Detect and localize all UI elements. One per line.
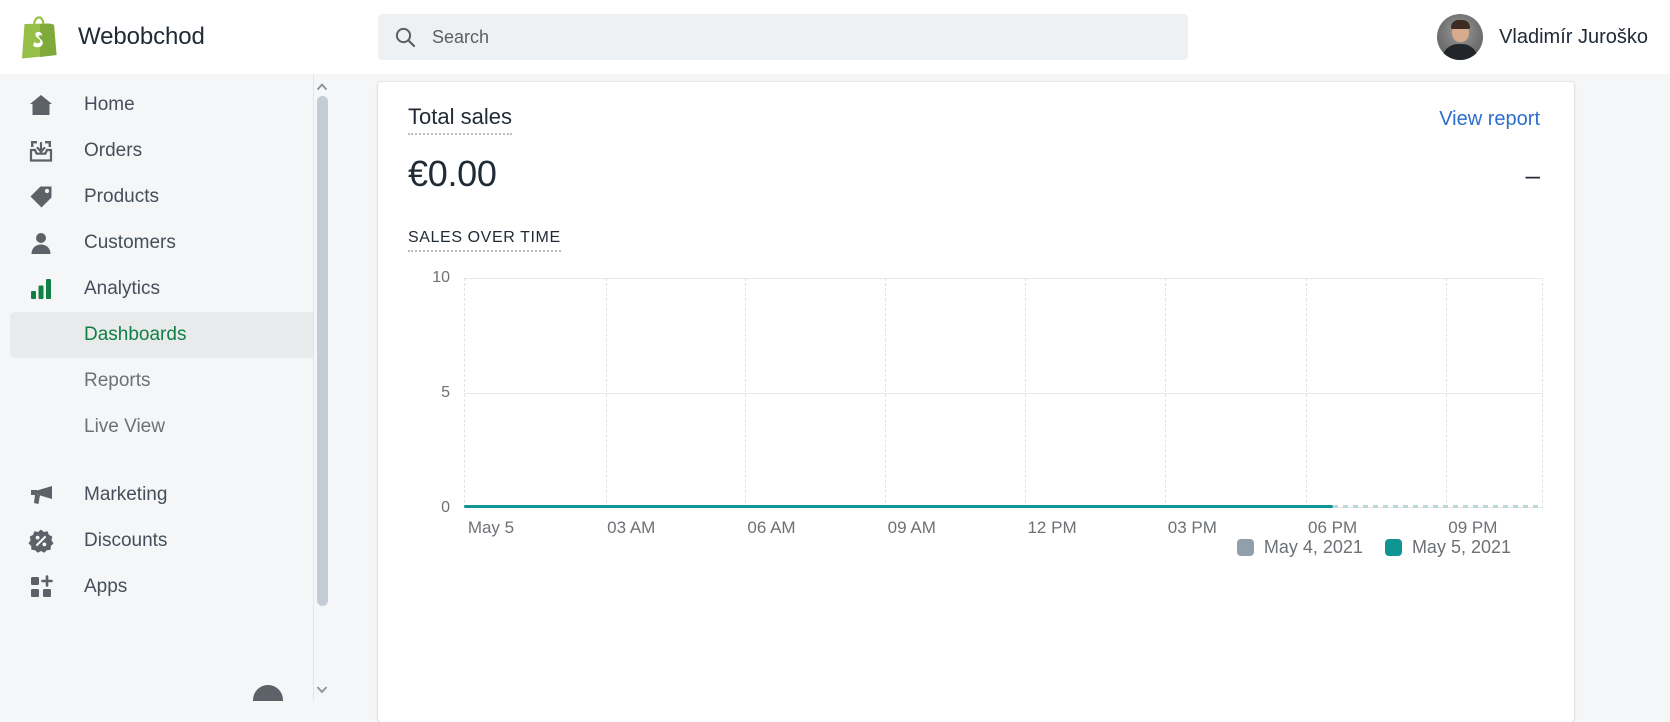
- gridline-vertical: [1445, 278, 1447, 508]
- sidebar-item-label: Marketing: [84, 484, 168, 505]
- sidebar-item-home[interactable]: Home: [10, 82, 320, 128]
- plot-area: [464, 278, 1543, 508]
- legend-item-may-4[interactable]: May 4, 2021: [1236, 537, 1363, 558]
- sidebar-item-dashboards[interactable]: Dashboards: [10, 312, 320, 358]
- sidebar-item-label: Analytics: [84, 278, 161, 299]
- gridline-horizontal: [464, 278, 1543, 279]
- sidebar-item-label: Apps: [84, 576, 128, 597]
- tag-icon: [28, 184, 62, 210]
- help-bubble-icon[interactable]: [253, 685, 283, 701]
- apps-grid-plus-icon: [28, 574, 62, 600]
- x-axis-tick: 09 PM: [1448, 518, 1498, 537]
- x-axis-tick: 09 AM: [887, 518, 936, 537]
- sidebar-item-label: Discounts: [84, 530, 168, 551]
- search-input[interactable]: Search: [378, 14, 1188, 60]
- legend-label: May 5, 2021: [1411, 537, 1511, 557]
- gridline-vertical: [1542, 278, 1543, 508]
- total-sales-card: Total sales €0.00 View report – SALES OV…: [378, 82, 1574, 722]
- user-menu[interactable]: Vladimír Juroško: [1437, 0, 1648, 74]
- sidebar-subitem-label: Live View: [84, 416, 165, 437]
- gridline-vertical: [464, 278, 465, 508]
- user-name: Vladimír Juroško: [1499, 25, 1648, 48]
- search-placeholder: Search: [432, 26, 490, 47]
- legend-swatch: [1384, 539, 1402, 556]
- sidebar-item-label: Orders: [84, 140, 143, 161]
- x-axis-tick: 03 AM: [607, 518, 656, 537]
- sidebar-scrollbar[interactable]: [313, 74, 330, 701]
- legend-item-may-5[interactable]: May 5, 2021: [1384, 537, 1511, 558]
- gridline-vertical: [1305, 278, 1307, 508]
- sidebar-item-reports[interactable]: Reports: [10, 358, 320, 404]
- home-icon: [28, 92, 62, 118]
- chart-legend: May 4, 2021 May 5, 2021: [1236, 537, 1511, 558]
- search-area: Search: [378, 14, 1188, 60]
- scrollbar-thumb[interactable]: [317, 96, 328, 606]
- card-header: Total sales €0.00 View report –: [378, 82, 1574, 195]
- orders-inbox-icon: [28, 138, 62, 164]
- series-line-may-5-projected: [1332, 505, 1543, 508]
- search-icon: [395, 27, 416, 48]
- gridline-vertical: [1165, 278, 1167, 508]
- gridline-vertical: [884, 278, 886, 508]
- sidebar-item-orders[interactable]: Orders: [10, 128, 320, 174]
- metric-value: €0.00: [408, 153, 497, 194]
- y-axis-tick: 0: [441, 499, 450, 516]
- gridline-vertical: [744, 278, 746, 508]
- discount-percent-icon: [28, 528, 62, 554]
- sidebar-item-live-view[interactable]: Live View: [10, 404, 320, 450]
- store-name: Webobchod: [78, 23, 205, 50]
- sidebar-item-apps[interactable]: Apps: [10, 564, 320, 610]
- brand-area[interactable]: Webobchod: [0, 0, 330, 74]
- chart-title: SALES OVER TIME: [408, 229, 561, 252]
- gridline-vertical: [606, 278, 608, 508]
- person-icon: [28, 230, 62, 256]
- sidebar-item-products[interactable]: Products: [10, 174, 320, 220]
- x-axis-tick: May 5: [467, 518, 515, 537]
- page-title: Total sales: [408, 104, 512, 135]
- gridline-horizontal: [464, 393, 1543, 394]
- x-axis-tick: 06 PM: [1308, 518, 1358, 537]
- main-content: Total sales €0.00 View report – SALES OV…: [330, 74, 1670, 722]
- chart-section: SALES OVER TIME 10 5 0 May 5 03 AM 06 AM…: [378, 195, 1574, 558]
- sidebar-nav: Home Orders Products Customers Analytics…: [0, 74, 330, 610]
- shopify-bag-icon: [22, 16, 57, 59]
- bar-chart-icon: [28, 276, 62, 302]
- legend-swatch: [1236, 539, 1254, 556]
- sidebar-item-discounts[interactable]: Discounts: [10, 518, 320, 564]
- chevron-up-icon[interactable]: [314, 78, 330, 94]
- sidebar-item-marketing[interactable]: Marketing: [10, 472, 320, 518]
- sidebar-subitem-label: Reports: [84, 370, 151, 391]
- sales-over-time-chart: 10 5 0 May 5 03 AM 06 AM 09 AM 12 PM 03 …: [408, 269, 1543, 558]
- gridline-vertical: [1025, 278, 1027, 508]
- nav-divider-gap: [0, 450, 330, 472]
- sidebar: Home Orders Products Customers Analytics…: [0, 74, 330, 701]
- sidebar-item-analytics[interactable]: Analytics: [10, 266, 320, 312]
- y-axis: 10 5 0: [408, 269, 450, 516]
- view-report-link[interactable]: View report: [1439, 108, 1540, 131]
- legend-label: May 4, 2021: [1263, 537, 1363, 557]
- y-axis-tick: 5: [441, 384, 450, 401]
- avatar: [1437, 14, 1484, 60]
- sidebar-subitem-label: Dashboards: [84, 324, 187, 345]
- x-axis-tick: 03 PM: [1167, 518, 1217, 537]
- sidebar-item-label: Customers: [84, 232, 176, 253]
- megaphone-icon: [28, 482, 62, 508]
- comparison-value: –: [1525, 160, 1540, 190]
- y-axis-tick: 10: [432, 269, 450, 286]
- series-line-may-5: [464, 505, 1333, 508]
- sidebar-item-customers[interactable]: Customers: [10, 220, 320, 266]
- top-bar: Webobchod Search Vladimír Juroško: [0, 0, 1670, 74]
- sidebar-item-label: Home: [84, 94, 135, 115]
- sidebar-item-label: Products: [84, 186, 159, 207]
- x-axis-tick: 12 PM: [1027, 518, 1077, 537]
- chevron-down-icon[interactable]: [314, 681, 330, 697]
- x-axis-tick: 06 AM: [747, 518, 796, 537]
